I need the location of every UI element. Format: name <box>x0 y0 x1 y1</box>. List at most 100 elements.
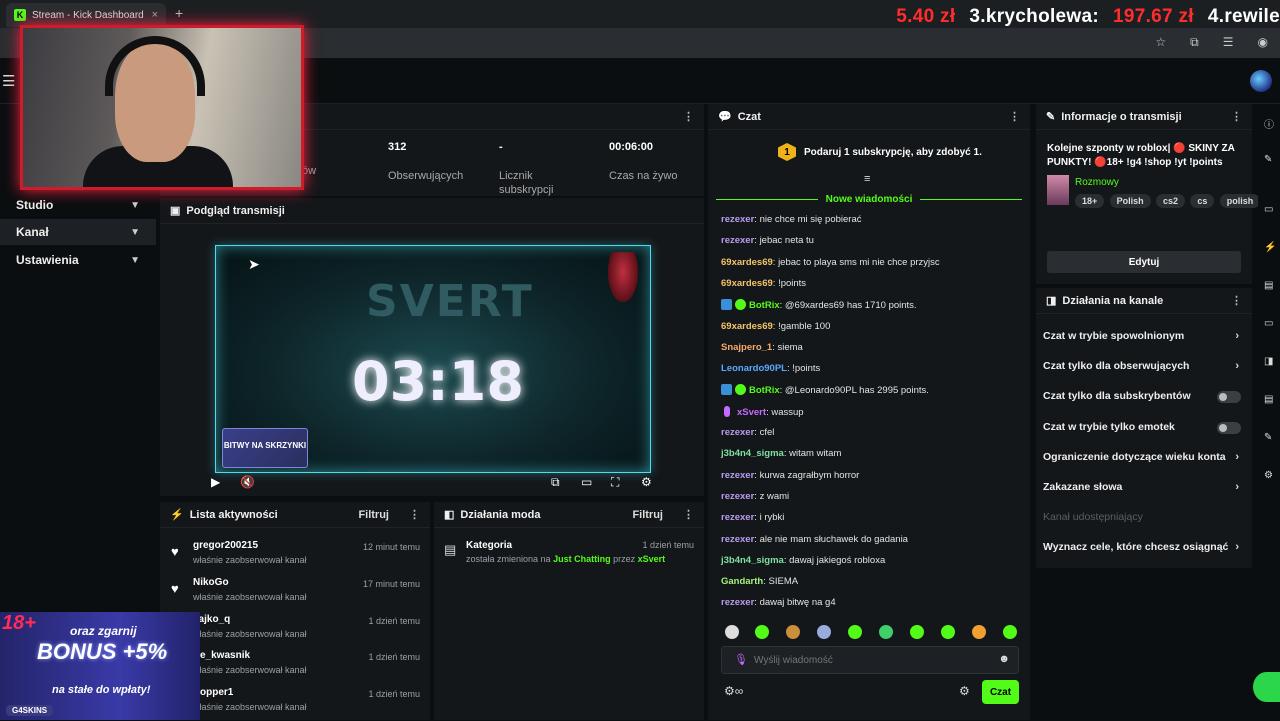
chat-username[interactable]: rezexer <box>721 534 754 545</box>
collapse-icon[interactable]: ≡ <box>864 173 870 185</box>
hamburger-icon[interactable]: ☰ <box>2 72 15 90</box>
emote-icon[interactable] <box>786 625 800 639</box>
more-options-icon[interactable]: ⋮ <box>1231 294 1242 307</box>
menu-icon[interactable]: ☰ <box>1223 35 1234 50</box>
rail-icon[interactable]: ⚡ <box>1264 242 1276 253</box>
chat-username[interactable]: Snajpero_1 <box>721 342 772 353</box>
chat-username[interactable]: BotRix <box>749 385 780 396</box>
chat-username[interactable]: Gandarth <box>721 576 763 587</box>
mute-icon[interactable]: 🔇 <box>240 475 255 489</box>
toggle-switch[interactable] <box>1217 391 1241 404</box>
chat-username[interactable]: rezexer <box>721 427 754 438</box>
sidebar-item-settings[interactable]: Ustawienia ▼ <box>0 247 156 273</box>
rail-icon[interactable]: ◨ <box>1264 356 1273 367</box>
tab-close-icon[interactable]: × <box>152 9 158 21</box>
activity-user: gregor200215 <box>193 540 259 551</box>
new-messages-divider: Nowe wiadomości <box>716 192 1022 206</box>
theater-icon[interactable]: ▭ <box>581 475 592 489</box>
profile-icon[interactable]: ◉ <box>1258 35 1268 50</box>
ad-line: oraz zgarnij <box>70 624 137 638</box>
emoji-icon[interactable]: ☻ <box>998 653 1010 665</box>
rail-icon[interactable]: ▭ <box>1264 318 1273 329</box>
more-options-icon[interactable]: ⋮ <box>683 110 694 123</box>
info-icon[interactable]: ⓘ <box>1264 116 1274 131</box>
tag: cs2 <box>1155 194 1186 208</box>
chat-settings-icon[interactable]: ⚙ <box>959 684 970 698</box>
rail-icon[interactable]: ▭ <box>1264 204 1273 215</box>
channel-action-item[interactable]: Ograniczenie dotyczące wieku konta › <box>1043 451 1249 463</box>
star-icon[interactable]: ☆ <box>1155 35 1166 50</box>
list-item[interactable]: ♥ NikoGo właśnie zaobserwował kanał 17 m… <box>160 575 430 611</box>
chevron-down-icon: ▼ <box>130 254 140 266</box>
channel-action-item[interactable]: Czat w trybie tylko emotek <box>1043 421 1249 434</box>
emote-icon[interactable] <box>755 625 769 639</box>
chat-message-input[interactable] <box>754 651 984 669</box>
more-options-icon[interactable]: ⋮ <box>1009 110 1020 123</box>
channel-action-item[interactable]: Czat w trybie spowolnionym › <box>1043 330 1249 342</box>
extensions-icon[interactable]: ⧉ <box>1190 35 1199 50</box>
list-item[interactable]: ♥ Jajko_q właśnie zaobserwował kanał 1 d… <box>160 612 430 648</box>
more-options-icon[interactable]: ⋮ <box>683 508 694 521</box>
chat-username[interactable]: 69xardes69 <box>721 321 773 332</box>
chat-username[interactable]: 69xardes69 <box>721 278 773 289</box>
tag-list: 18+ Polish cs2 cs polish <box>1075 193 1262 208</box>
chat-username[interactable]: 69xardes69 <box>721 257 773 268</box>
more-options-icon[interactable]: ⋮ <box>1231 110 1242 123</box>
chat-username[interactable]: xSvert <box>737 407 766 418</box>
chat-username[interactable]: rezexer <box>721 512 754 523</box>
chat-username[interactable]: BotRix <box>749 300 780 311</box>
channel-action-item[interactable]: Zakazane słowa › <box>1043 481 1249 493</box>
channel-action-item[interactable]: Czat tylko dla obserwujących › <box>1043 360 1249 372</box>
chat-username[interactable]: Leonardo90PL <box>721 363 787 374</box>
pencil-icon[interactable]: ✎ <box>1264 154 1272 165</box>
list-item[interactable]: ♥ opper1 właśnie zaobserwował kanał 1 dz… <box>160 685 430 721</box>
stream-preview-video[interactable]: SVERT 03:18 BITWY NA SKRZYNKI <box>215 245 651 473</box>
sub-gift-promo[interactable]: 1 Podaruj 1 subskrypcję, aby zdobyć 1. <box>778 143 982 161</box>
mod-item-category[interactable]: Just Chatting <box>553 554 611 564</box>
emote-icon[interactable] <box>972 625 986 639</box>
emote-icon[interactable] <box>941 625 955 639</box>
sidebar-item-studio[interactable]: Studio ▼ <box>0 192 156 218</box>
rail-icon[interactable]: ✎ <box>1264 432 1272 443</box>
chat-username[interactable]: rezexer <box>721 214 754 225</box>
emote-icon[interactable] <box>725 625 739 639</box>
chat-username[interactable]: rezexer <box>721 597 754 608</box>
channel-action-item[interactable]: Wyznacz cele, które chcesz osiągnąć › <box>1043 541 1249 553</box>
more-options-icon[interactable]: ⋮ <box>409 508 420 521</box>
emote-icon[interactable] <box>848 625 862 639</box>
settings-icon[interactable]: ⚙ <box>641 475 652 489</box>
activity-filter-button[interactable]: Filtruj <box>358 509 389 521</box>
mod-filter-button[interactable]: Filtruj <box>632 509 663 521</box>
emote-icon[interactable] <box>910 625 924 639</box>
miniplayer-icon[interactable]: ⧉ <box>551 475 560 490</box>
user-settings-icon[interactable]: ⚙∞ <box>724 684 743 698</box>
sidebar-item-channel[interactable]: Kanał ▼ <box>0 219 156 245</box>
new-tab-button[interactable]: + <box>175 5 183 21</box>
browser-tab[interactable]: K Stream - Kick Dashboard × <box>6 3 166 27</box>
fullscreen-icon[interactable]: ⛶ <box>611 475 619 490</box>
chat-text: i rybki <box>759 512 785 524</box>
mod-item-user[interactable]: xSvert <box>638 554 666 564</box>
chat-text: dawaj jakiegoś robloxa <box>789 554 886 566</box>
channel-action-item[interactable]: Czat tylko dla subskrybentów <box>1043 390 1249 404</box>
rail-icon[interactable]: ⚙ <box>1264 470 1273 481</box>
chat-username[interactable]: rezexer <box>721 491 754 502</box>
rail-icon[interactable]: ▤ <box>1264 280 1273 291</box>
stream-category[interactable]: Rozmowy <box>1075 177 1119 188</box>
chat-username[interactable]: rezexer <box>721 235 754 246</box>
list-item[interactable]: ♥ gregor200215 właśnie zaobserwował kana… <box>160 538 430 574</box>
play-icon[interactable]: ▶ <box>211 475 220 489</box>
emote-icon[interactable] <box>879 625 893 639</box>
chat-username[interactable]: j3b4n4_sigma <box>721 448 784 459</box>
chat-username[interactable]: j3b4n4_sigma <box>721 555 784 566</box>
edit-button[interactable]: Edytuj <box>1047 251 1241 273</box>
chat-username[interactable]: rezexer <box>721 470 754 481</box>
rail-icon[interactable]: ▤ <box>1264 394 1273 405</box>
emote-icon[interactable] <box>817 625 831 639</box>
list-item[interactable]: ♥ e_kwasnik właśnie zaobserwował kanał 1… <box>160 648 430 684</box>
send-chat-button[interactable]: Czat <box>982 680 1019 704</box>
toggle-switch[interactable] <box>1217 421 1241 434</box>
emote-icon[interactable] <box>1003 625 1017 639</box>
help-bubble-icon[interactable] <box>1253 672 1280 702</box>
avatar[interactable] <box>1250 70 1272 92</box>
